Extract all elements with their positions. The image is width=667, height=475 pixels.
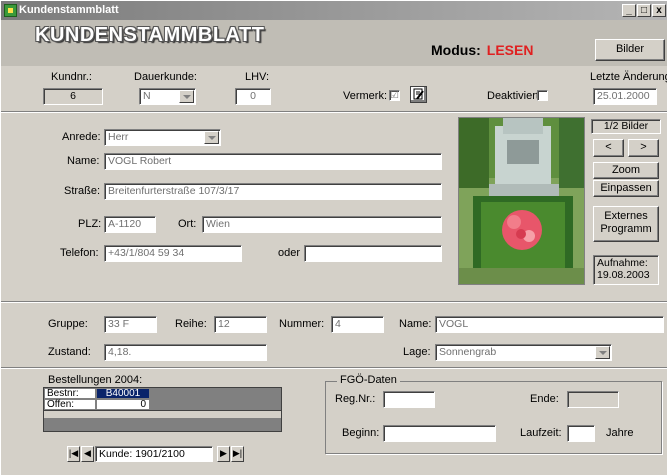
letzte-aenderung-field: 25.01.2000 (593, 88, 657, 105)
offen-cell[interactable]: 0 (96, 399, 150, 410)
divider (1, 301, 667, 303)
plz-field[interactable]: A-1120 (104, 216, 156, 233)
orders-scrollbar[interactable] (44, 410, 281, 418)
oder-label: oder (278, 247, 301, 259)
record-indicator: Kunde: 1901/2100 (95, 446, 213, 462)
lage-label: Lage: (403, 346, 431, 358)
kundnr-label: Kundnr.: (51, 71, 92, 83)
bestnr-cell[interactable]: B40001 (96, 388, 150, 399)
application-window: Kundenstammblatt _ □ x KUNDENSTAMMBLATT … (0, 0, 667, 475)
first-record-button[interactable]: |◀ (67, 446, 80, 462)
dauerkunde-label: Dauerkunde: (134, 71, 197, 83)
minimize-button[interactable]: _ (622, 4, 636, 17)
grave-name-field[interactable]: VOGL (435, 316, 664, 333)
beginn-label: Beginn: (342, 427, 380, 439)
beginn-field[interactable] (383, 425, 496, 442)
aufnahme-line2: 19.08.2003 (597, 269, 650, 281)
maximize-button[interactable]: □ (637, 4, 651, 17)
regnr-field[interactable] (383, 391, 435, 408)
lage-value: Sonnengrab (439, 346, 497, 358)
plz-label: PLZ: (78, 218, 102, 230)
vermerk-checkbox[interactable]: ☑ (389, 90, 400, 101)
bestnr-label: Bestnr: (44, 388, 96, 399)
chevron-down-icon[interactable] (204, 131, 219, 144)
vermerk-label: Vermerk: (343, 90, 388, 102)
zoom-button[interactable]: Zoom (593, 162, 659, 179)
nummer-label: Nummer: (279, 318, 325, 330)
page-title: KUNDENSTAMMBLATT (35, 24, 265, 46)
mode-label: Modus: (431, 42, 481, 58)
divider (1, 367, 667, 369)
nummer-field[interactable]: 4 (331, 316, 384, 333)
lhv-label: LHV: (245, 71, 270, 83)
mode-indicator: Modus: LESEN (431, 42, 533, 58)
prev-record-button[interactable]: ◀ (81, 446, 94, 462)
strasse-label: Straße: (64, 185, 101, 197)
telefon-label: Telefon: (60, 247, 99, 259)
aufnahme-info: Aufnahme: 19.08.2003 (593, 255, 659, 285)
deaktiviert-label: Deaktiviert: (487, 90, 543, 102)
gruppe-field[interactable]: 33 F (104, 316, 157, 333)
ort-label: Ort: (178, 218, 197, 230)
name-label: Name: (67, 155, 100, 167)
ende-label: Ende: (530, 393, 559, 405)
lhv-field[interactable]: 0 (235, 88, 271, 105)
anrede-select[interactable]: Herr (104, 129, 221, 146)
mode-value: LESEN (486, 42, 534, 58)
next-image-button[interactable]: > (628, 139, 659, 157)
dauerkunde-select[interactable]: N (139, 88, 196, 105)
aufnahme-line1: Aufnahme: (597, 257, 648, 269)
grave-name-label: Name: (399, 318, 432, 330)
reihe-label: Reihe: (175, 318, 207, 330)
fgo-title: FGÖ-Daten (337, 374, 400, 386)
external-program-button[interactable]: Externes Programm (593, 206, 659, 242)
orders-grid[interactable]: Bestnr: B40001 Offen: 0 (43, 387, 282, 432)
orders-title: Bestellungen 2004: (48, 374, 143, 386)
strasse-field[interactable]: Breitenfurterstraße 107/3/17 (104, 183, 442, 200)
image-counter: 1/2 Bilder (591, 119, 661, 134)
close-button[interactable]: x (652, 4, 666, 17)
regnr-label: Reg.Nr.: (335, 393, 376, 405)
last-record-button[interactable]: ▶| (231, 446, 244, 462)
gruppe-label: Gruppe: (48, 318, 88, 330)
prev-image-button[interactable]: < (593, 139, 624, 157)
ende-field (567, 391, 619, 408)
kundnr-field: 6 (43, 88, 103, 105)
window-title: Kundenstammblatt (19, 4, 119, 16)
anrede-label: Anrede: (62, 131, 101, 143)
bilder-button[interactable]: Bilder (595, 39, 665, 61)
dauerkunde-value: N (143, 90, 151, 102)
telefon2-field[interactable] (304, 245, 442, 262)
offen-label: Offen: (44, 399, 96, 410)
einpassen-button[interactable]: Einpassen (593, 180, 659, 197)
lage-select[interactable]: Sonnengrab (435, 344, 612, 361)
divider (1, 111, 667, 113)
reihe-field[interactable]: 12 (214, 316, 267, 333)
ort-field[interactable]: Wien (202, 216, 442, 233)
chevron-down-icon[interactable] (595, 346, 610, 359)
grave-photo[interactable] (458, 117, 585, 285)
laufzeit-field[interactable] (567, 425, 595, 442)
zustand-field[interactable]: 4,18. (104, 344, 267, 361)
letzte-aenderung-label: Letzte Änderung: (590, 71, 667, 83)
edit-note-icon[interactable] (410, 86, 427, 103)
next-record-button[interactable]: ▶ (217, 446, 230, 462)
chevron-down-icon[interactable] (179, 90, 194, 103)
external-program-line2: Programm (600, 223, 652, 235)
laufzeit-label: Laufzeit: (520, 427, 562, 439)
deaktiviert-checkbox[interactable] (537, 90, 548, 101)
title-bar[interactable]: Kundenstammblatt (1, 1, 667, 20)
app-icon (4, 4, 17, 17)
name-field[interactable]: VOGL Robert (104, 153, 442, 170)
external-program-line1: Externes (604, 210, 648, 222)
jahre-label: Jahre (606, 427, 634, 439)
telefon-field[interactable]: +43/1/804 59 34 (104, 245, 242, 262)
anrede-value: Herr (108, 131, 129, 143)
zustand-label: Zustand: (48, 346, 91, 358)
